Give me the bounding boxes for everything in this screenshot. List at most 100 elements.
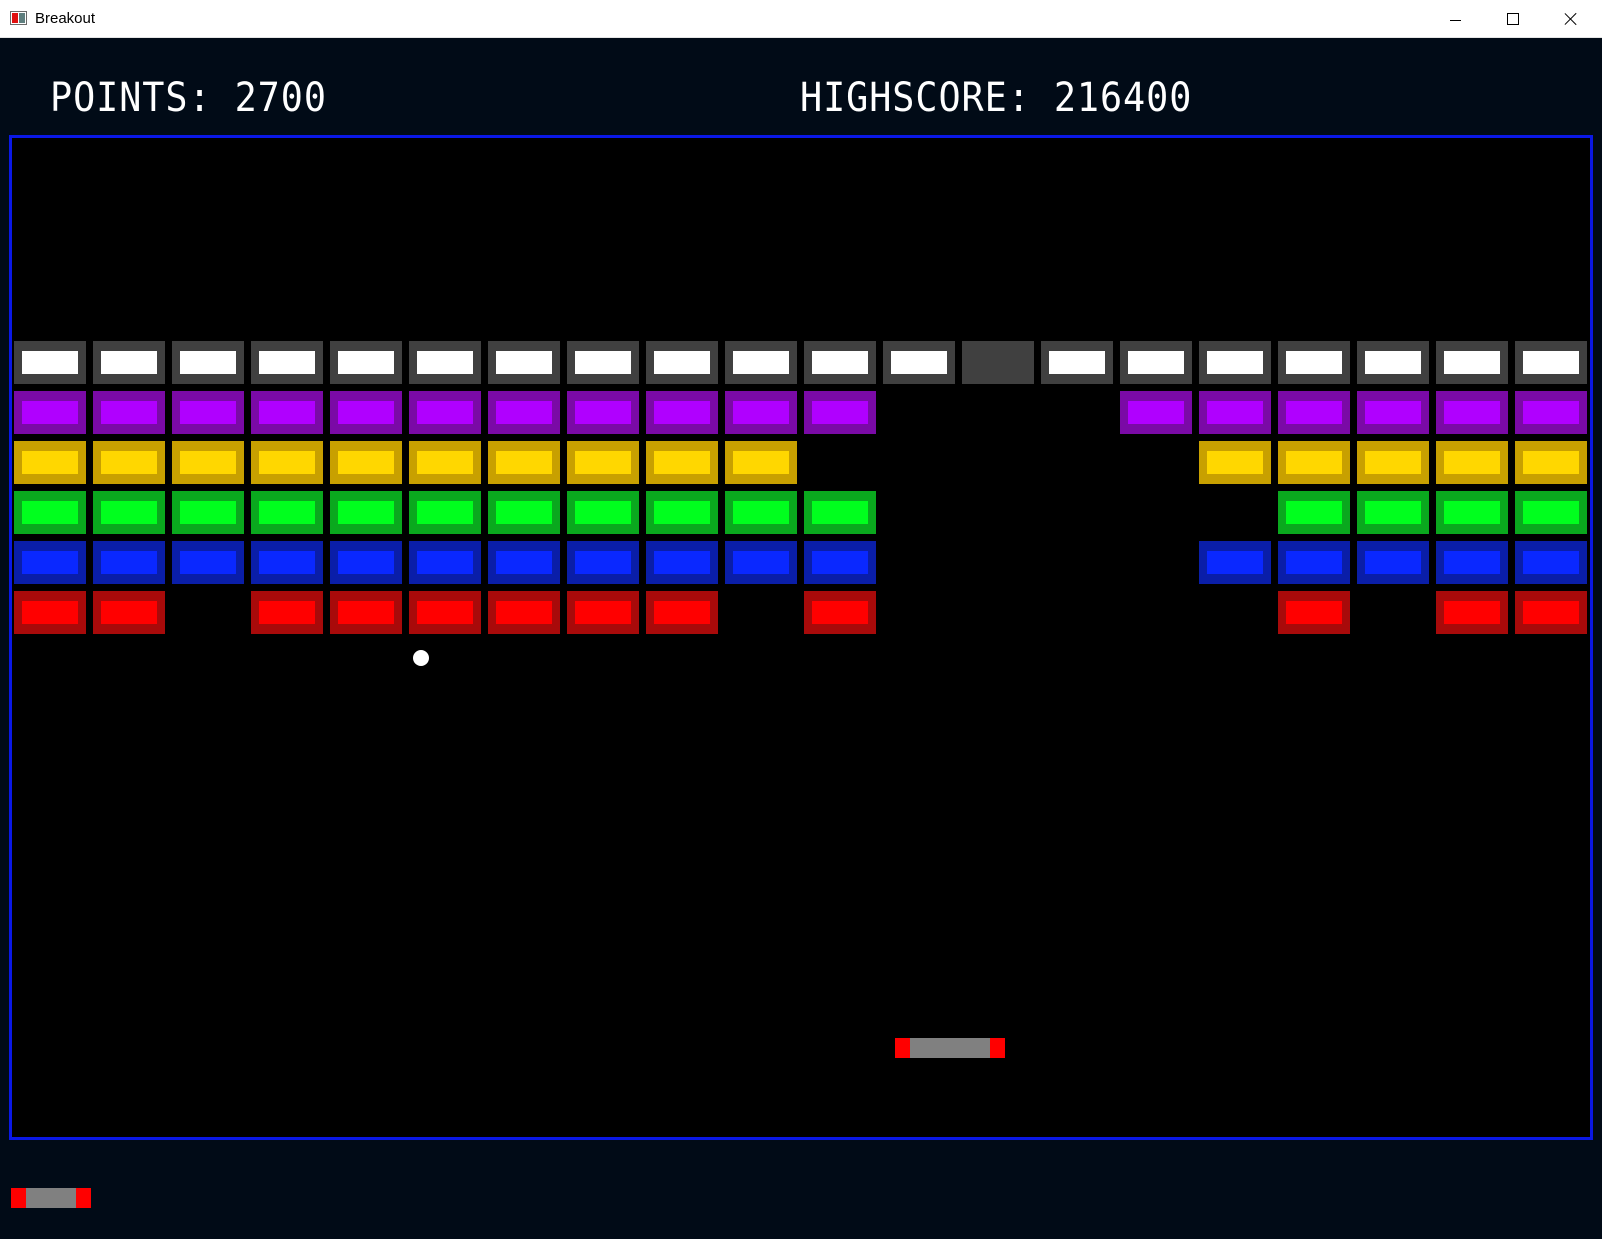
brick-yellow (93, 441, 165, 484)
playfield[interactable] (9, 135, 1593, 1140)
brick-red (1278, 591, 1350, 634)
brick-face (22, 351, 78, 374)
brick-red (804, 591, 876, 634)
brick-face (496, 451, 552, 474)
brick-face (812, 401, 868, 424)
brick-face (654, 451, 710, 474)
brick-red (93, 591, 165, 634)
brick-face (1523, 551, 1579, 574)
brick-white (251, 341, 323, 384)
game-window: Breakout POINTS: 2700 HIGHSCORE: 216400 (0, 0, 1602, 1239)
brick-face (1286, 351, 1342, 374)
brick-face (180, 351, 236, 374)
brick-face (496, 351, 552, 374)
brick-face (812, 351, 868, 374)
brick-face (338, 351, 394, 374)
brick-face (417, 551, 473, 574)
brick-face (101, 451, 157, 474)
brick-face (970, 351, 1026, 374)
brick-face (22, 451, 78, 474)
brick-purple (567, 391, 639, 434)
brick-face (1207, 401, 1263, 424)
brick-face (654, 351, 710, 374)
brick-blue (1436, 541, 1508, 584)
brick-face (1128, 401, 1184, 424)
ball (413, 650, 429, 666)
maximize-button[interactable] (1484, 0, 1542, 38)
brick-face (22, 551, 78, 574)
brick-white (804, 341, 876, 384)
brick-green (409, 491, 481, 534)
brick-white (409, 341, 481, 384)
close-button[interactable] (1542, 0, 1600, 38)
brick-face (654, 601, 710, 624)
highscore-display: HIGHSCORE: 216400 (800, 75, 1193, 121)
brick-face (1444, 401, 1500, 424)
brick-face (496, 501, 552, 524)
brick-face (1207, 451, 1263, 474)
brick-red (251, 591, 323, 634)
brick-face (338, 551, 394, 574)
paddle[interactable] (895, 1038, 1005, 1058)
brick-purple (330, 391, 402, 434)
brick-green (725, 491, 797, 534)
brick-white (567, 341, 639, 384)
brick-blue (14, 541, 86, 584)
window-title: Breakout (35, 10, 96, 27)
brick-face (575, 551, 631, 574)
brick-face (1523, 351, 1579, 374)
life-paddle (11, 1188, 91, 1208)
brick-face (812, 601, 868, 624)
brick-face (417, 601, 473, 624)
brick-green (93, 491, 165, 534)
brick-face (575, 401, 631, 424)
brick-face (259, 601, 315, 624)
brick-yellow (172, 441, 244, 484)
brick-face (812, 551, 868, 574)
brick-face (180, 401, 236, 424)
brick-green (330, 491, 402, 534)
brick-red (330, 591, 402, 634)
brick-face (338, 451, 394, 474)
title-bar: Breakout (0, 0, 1602, 38)
brick-green (1436, 491, 1508, 534)
brick-blue (1199, 541, 1271, 584)
brick-face (1049, 351, 1105, 374)
brick-purple (1278, 391, 1350, 434)
brick-face (417, 501, 473, 524)
brick-blue (93, 541, 165, 584)
brick-blue (1357, 541, 1429, 584)
brick-red (409, 591, 481, 634)
brick-face (575, 451, 631, 474)
brick-yellow (330, 441, 402, 484)
brick-yellow (1515, 441, 1587, 484)
brick-face (654, 551, 710, 574)
brick-face (733, 351, 789, 374)
brick-purple (409, 391, 481, 434)
brick-green (1278, 491, 1350, 534)
brick-face (22, 401, 78, 424)
brick-face (259, 501, 315, 524)
brick-blue (567, 541, 639, 584)
brick-white (962, 341, 1034, 384)
brick-purple (1120, 391, 1192, 434)
brick-blue (725, 541, 797, 584)
brick-face (733, 401, 789, 424)
minimize-button[interactable] (1426, 0, 1484, 38)
brick-face (496, 551, 552, 574)
brick-face (654, 401, 710, 424)
minimize-icon (1449, 19, 1461, 21)
brick-yellow (1278, 441, 1350, 484)
brick-face (654, 501, 710, 524)
brick-purple (488, 391, 560, 434)
brick-face (180, 451, 236, 474)
brick-face (1286, 551, 1342, 574)
close-icon (1564, 12, 1578, 26)
brick-face (496, 601, 552, 624)
brick-yellow (14, 441, 86, 484)
brick-white (330, 341, 402, 384)
brick-face (417, 401, 473, 424)
brick-face (891, 351, 947, 374)
brick-white (1278, 341, 1350, 384)
brick-purple (251, 391, 323, 434)
